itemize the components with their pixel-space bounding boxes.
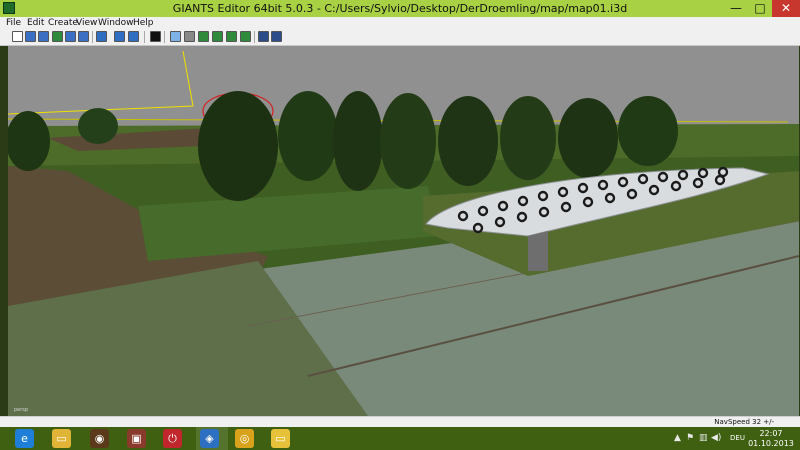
3d-viewport[interactable]: persp xyxy=(8,46,799,416)
tools-icon[interactable] xyxy=(271,31,282,42)
viewport-camera-label: persp xyxy=(14,407,29,413)
windows-taskbar: e ▭ ◉ ▣ ⏻ ◈ ◎ ▭ ▲ ⚑ ▥ ◀) DEU 22:07 01.10… xyxy=(0,427,800,450)
menu-view[interactable]: View xyxy=(76,17,97,29)
shutdown-icon[interactable]: ⏻ xyxy=(163,429,182,448)
folder-icon[interactable]: ▭ xyxy=(271,429,290,448)
minimize-button[interactable]: — xyxy=(724,0,748,17)
open-file-icon[interactable] xyxy=(25,31,36,42)
toolbar-separator xyxy=(92,31,93,43)
terrain-sculpt-icon[interactable] xyxy=(198,31,209,42)
volume-icon[interactable]: ◀) xyxy=(711,433,721,443)
title-bar: GIANTS Editor 64bit 5.0.3 - C:/Users/Syl… xyxy=(0,0,800,17)
menu-file[interactable]: File xyxy=(6,17,21,29)
menu-help[interactable]: Help xyxy=(133,17,154,29)
toolbar-separator xyxy=(164,31,165,43)
toolbar xyxy=(0,29,800,46)
network-icon[interactable]: ▥ xyxy=(699,433,708,443)
redo-icon[interactable] xyxy=(128,31,139,42)
play-icon[interactable] xyxy=(150,31,161,42)
import-icon[interactable] xyxy=(38,31,49,42)
media-player-icon[interactable]: ◉ xyxy=(90,429,109,448)
action-center-flag-icon[interactable]: ⚑ xyxy=(686,433,694,443)
close-button[interactable]: ✕ xyxy=(772,0,800,17)
show-hidden-icons-icon[interactable]: ▲ xyxy=(674,433,681,443)
cut-icon[interactable] xyxy=(78,31,89,42)
settings-icon[interactable] xyxy=(258,31,269,42)
menu-bar: File Edit Create View Window Help xyxy=(0,17,800,29)
giants-editor-icon[interactable]: ◈ xyxy=(200,429,219,448)
new-file-icon[interactable] xyxy=(12,31,23,42)
navspeed-readout: NavSpeed 32 +/- xyxy=(714,418,774,426)
tree xyxy=(78,108,118,144)
internet-explorer-icon[interactable]: e xyxy=(15,429,34,448)
export-icon[interactable] xyxy=(65,31,76,42)
select-icon[interactable] xyxy=(170,31,181,42)
move-icon[interactable] xyxy=(184,31,195,42)
tree xyxy=(278,91,338,181)
farming-simulator-icon[interactable]: ▣ xyxy=(127,429,146,448)
tree xyxy=(618,96,678,166)
tree xyxy=(198,91,278,201)
tree xyxy=(333,91,383,191)
tree xyxy=(8,111,50,171)
scene-render xyxy=(8,46,799,416)
foliage-paint-icon[interactable] xyxy=(226,31,237,42)
terrain-paint-icon[interactable] xyxy=(212,31,223,42)
menu-create[interactable]: Create xyxy=(48,17,78,29)
clock-date[interactable]: 01.10.2013 xyxy=(747,439,795,448)
clock-time[interactable]: 22:07 xyxy=(756,429,786,438)
tree xyxy=(558,98,618,178)
undo-icon[interactable] xyxy=(114,31,125,42)
chrome-icon[interactable]: ◎ xyxy=(235,429,254,448)
input-language-indicator[interactable]: DEU xyxy=(730,434,745,442)
tree xyxy=(438,96,498,186)
bunker-wall xyxy=(528,231,548,271)
tree xyxy=(380,93,436,189)
toolbar-separator xyxy=(254,31,255,43)
tree xyxy=(500,96,556,180)
terrain-texture-icon[interactable] xyxy=(240,31,251,42)
save-icon[interactable] xyxy=(52,31,63,42)
refresh-icon[interactable] xyxy=(96,31,107,42)
file-explorer-icon[interactable]: ▭ xyxy=(52,429,71,448)
menu-window[interactable]: Window xyxy=(98,17,134,29)
toolbar-separator xyxy=(144,31,145,43)
menu-edit[interactable]: Edit xyxy=(27,17,44,29)
maximize-button[interactable]: □ xyxy=(748,0,772,17)
window-title: GIANTS Editor 64bit 5.0.3 - C:/Users/Syl… xyxy=(172,2,628,15)
